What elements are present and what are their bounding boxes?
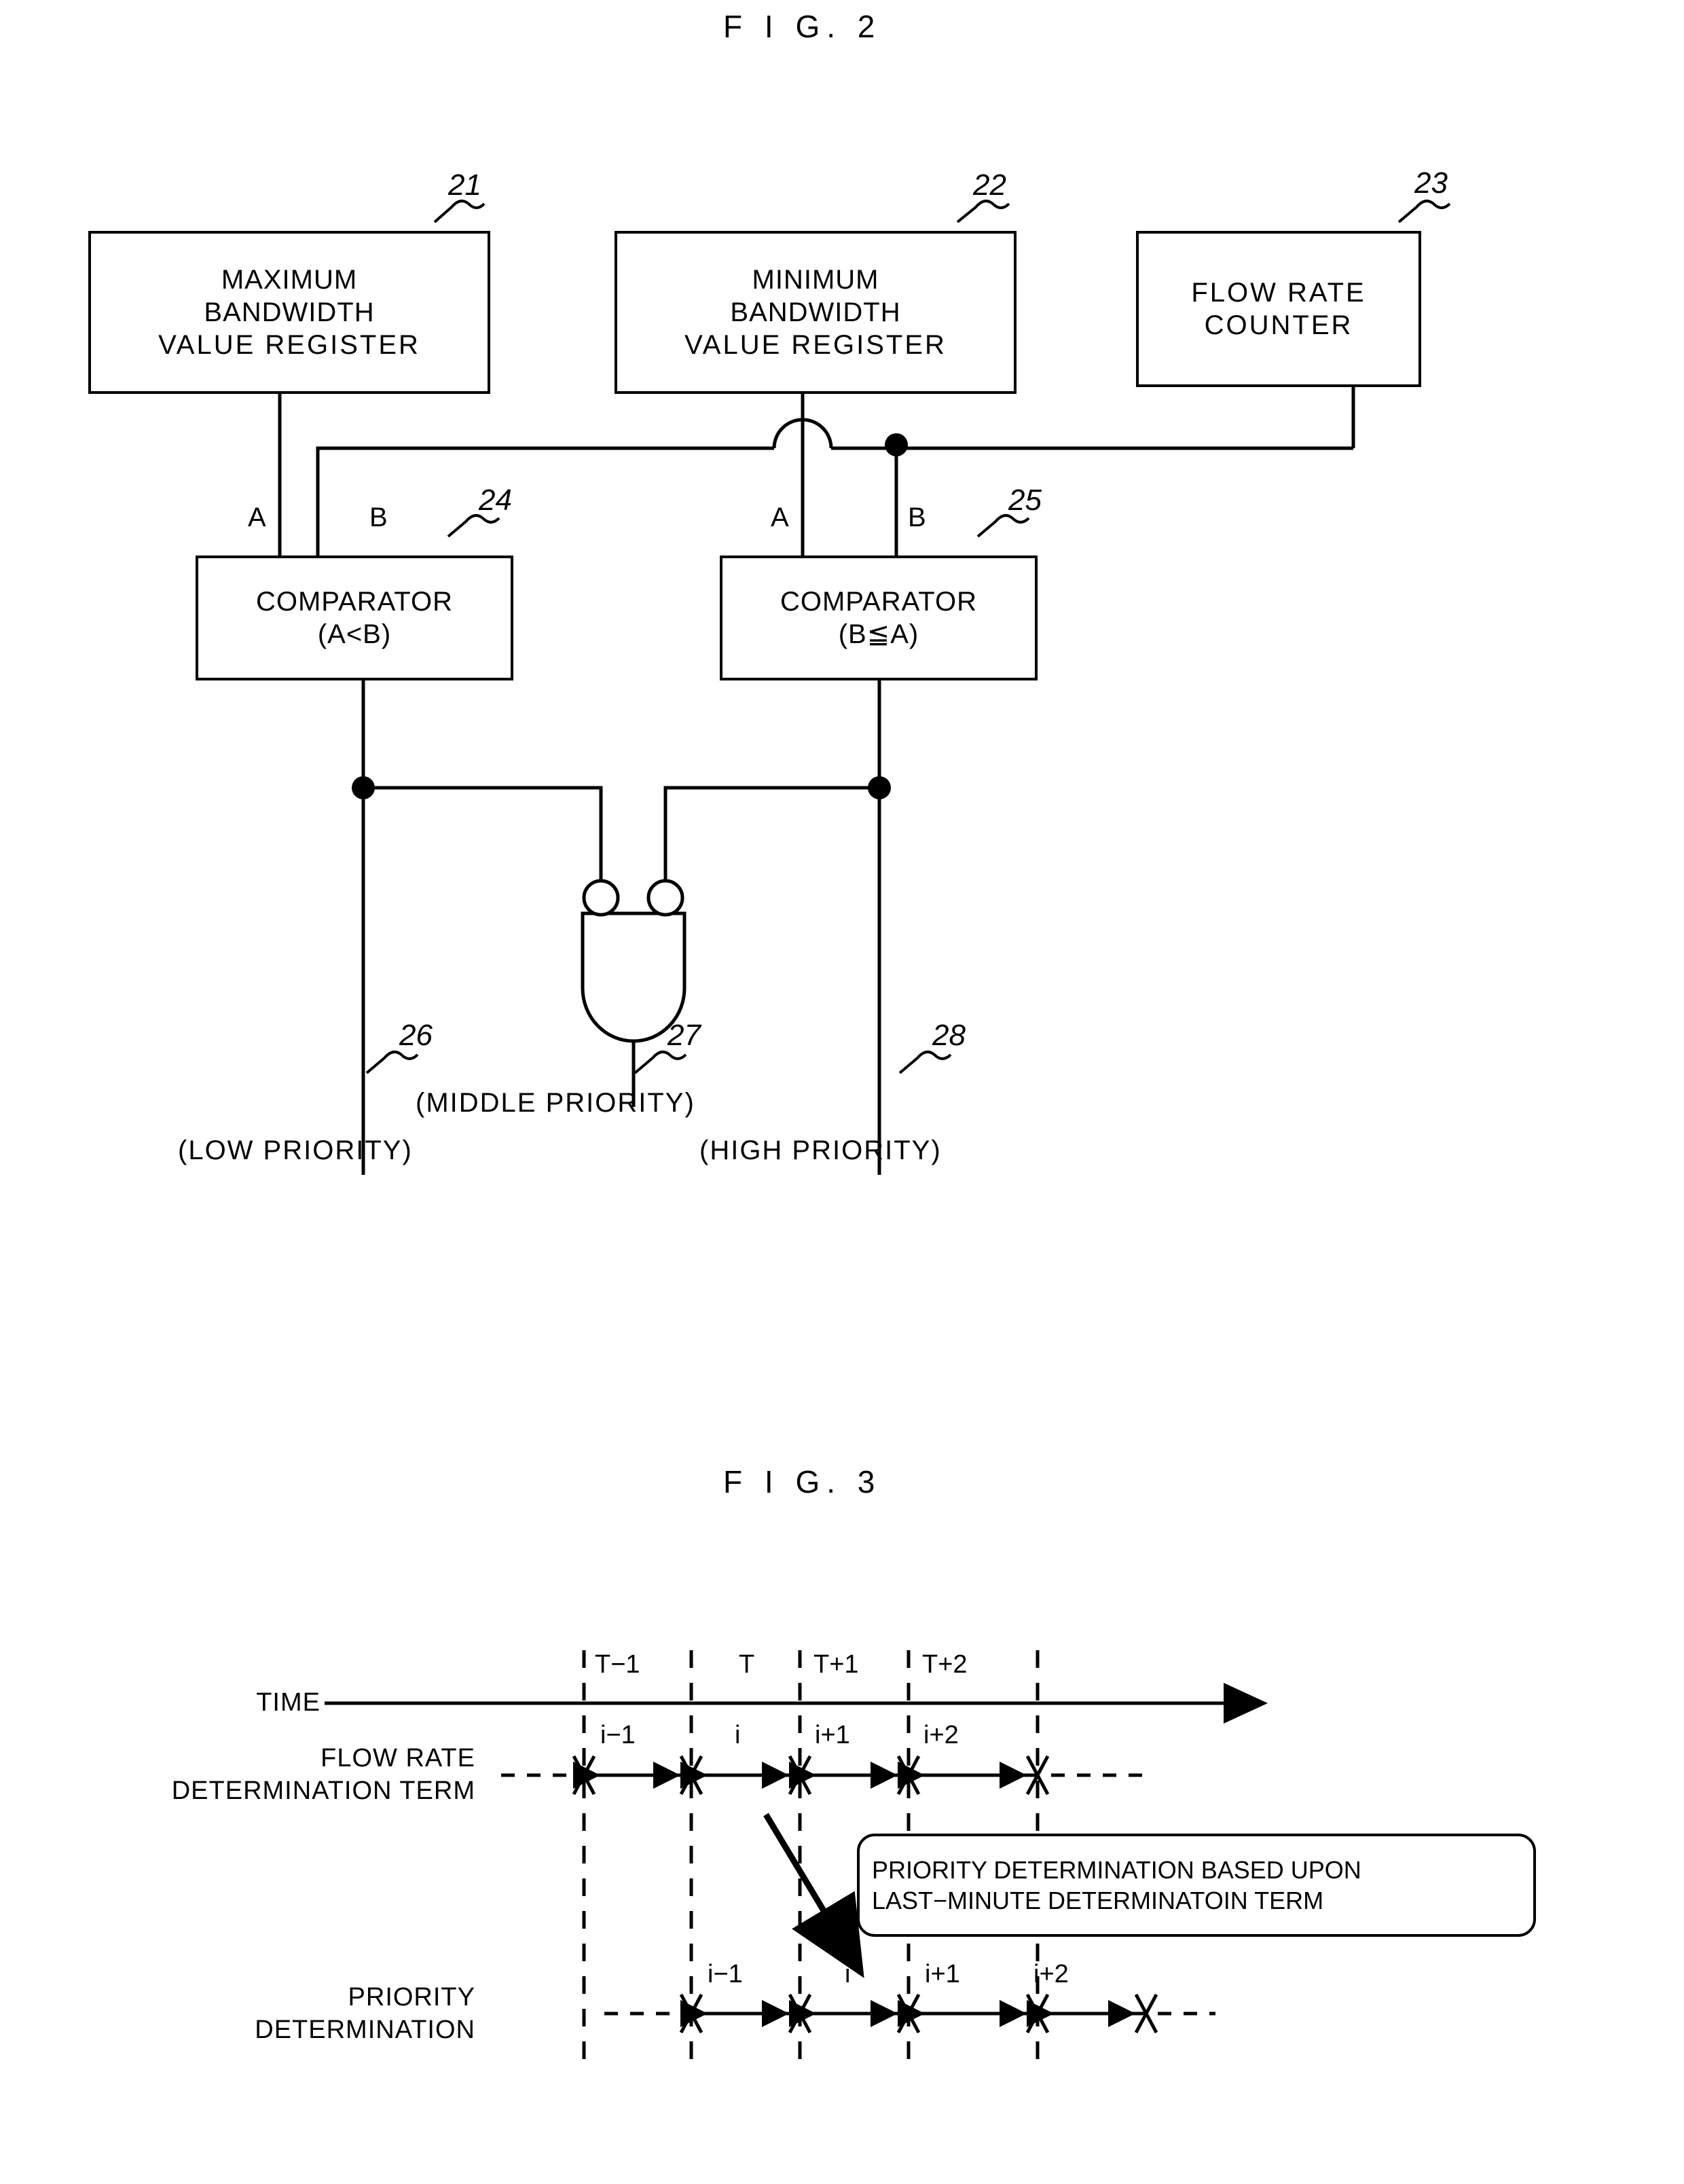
patent-drawing-sheet: F I G. 2 MAXIMUM BANDWIDTH VALUE REGISTE… bbox=[0, 0, 1684, 2184]
row-label-flow-rate-line-2: DETERMINATION TERM bbox=[171, 1776, 475, 1805]
priority-term-label-0: i−1 bbox=[708, 1960, 743, 1988]
flow-rate-term-label-3: i+2 bbox=[923, 1721, 959, 1749]
priority-term-label-2: i+1 bbox=[925, 1960, 960, 1988]
row-label-priority-line-2: DETERMINATION bbox=[255, 2015, 475, 2044]
time-tick-label-1: T bbox=[739, 1650, 755, 1679]
flow-rate-term-label-1: i bbox=[735, 1721, 741, 1749]
row-label-flow-rate-determination-term: FLOW RATE DETERMINATION TERM bbox=[122, 1743, 475, 1807]
callout-line-2: LAST−MINUTE DETERMINATOIN TERM bbox=[872, 1887, 1324, 1914]
row-label-priority-line-1: PRIORITY bbox=[348, 1983, 475, 2012]
row-label-priority-determination: PRIORITY DETERMINATION bbox=[122, 1982, 475, 2046]
callout-pointer-arrow bbox=[763, 1813, 864, 1978]
time-tick-label-3: T+2 bbox=[922, 1650, 968, 1679]
time-tick-label-0: T−1 bbox=[595, 1650, 640, 1679]
priority-term-label-3: i+2 bbox=[1033, 1960, 1069, 1988]
flow-rate-term-label-2: i+1 bbox=[815, 1721, 850, 1749]
row-label-flow-rate-line-1: FLOW RATE bbox=[321, 1744, 475, 1772]
time-tick-label-2: T+1 bbox=[813, 1650, 859, 1679]
priority-term-label-1: i bbox=[845, 1960, 851, 1988]
row-label-time: TIME bbox=[256, 1688, 321, 1717]
callout-priority-determination-note: PRIORITY DETERMINATION BASED UPON LAST−M… bbox=[857, 1834, 1536, 1937]
callout-line-1: PRIORITY DETERMINATION BASED UPON bbox=[872, 1856, 1361, 1884]
flow-rate-term-label-0: i−1 bbox=[600, 1721, 636, 1749]
